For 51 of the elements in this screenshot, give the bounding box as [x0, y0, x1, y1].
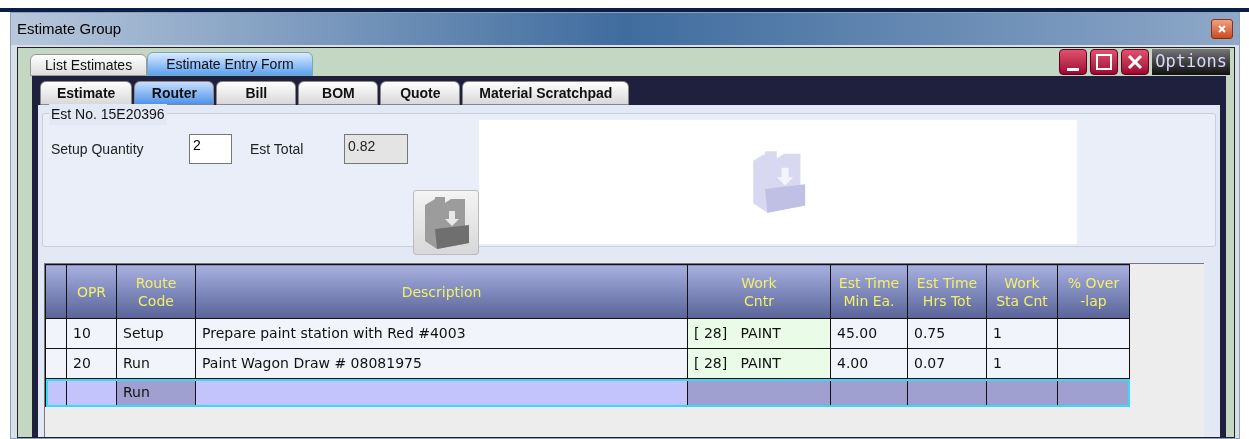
table-cell: 0.07 [907, 348, 987, 379]
tab[interactable]: Quote [380, 81, 461, 105]
tab[interactable]: List Estimates [30, 54, 148, 76]
column-header: Route Code [116, 264, 196, 319]
tab[interactable]: BOM [298, 81, 379, 105]
table-cell: [ 28] PAINT [687, 348, 831, 379]
table-cell: Prepare paint station with Red #4003 [195, 318, 688, 349]
tab[interactable]: Bill [216, 81, 297, 105]
table-cell: 45.00 [830, 318, 908, 349]
tab[interactable]: Material Scratchpad [462, 81, 630, 105]
tab[interactable]: Estimate [40, 81, 133, 105]
field-label: Setup Quantity [51, 139, 145, 159]
table-cell: 4.00 [830, 348, 908, 379]
row-header[interactable] [45, 348, 67, 379]
table-cell: 20 [66, 348, 117, 379]
row-header[interactable] [45, 318, 67, 349]
column-header: Est Time Hrs Tot [907, 264, 987, 319]
column-header: % Over -lap [1057, 264, 1130, 319]
close-icon [1127, 54, 1144, 70]
table-cell: 1 [986, 348, 1058, 379]
maximize-button[interactable] [1090, 49, 1119, 75]
table-cell: Run [116, 378, 196, 407]
input-field[interactable]: 2 [189, 134, 232, 164]
group-title: Est No. 15E20396 [49, 104, 167, 125]
column-header: Work Sta Cnt [986, 264, 1058, 319]
table-cell: Setup [116, 318, 196, 349]
window-title: Estimate Group [17, 18, 123, 39]
close-icon [1217, 24, 1227, 34]
table-cell: Paint Wagon Draw # 08081975 [195, 348, 688, 379]
column-header: OPR [66, 264, 117, 319]
field-label: Est Total [250, 139, 305, 159]
close-button[interactable] [1121, 49, 1150, 75]
load-button[interactable] [413, 190, 479, 255]
tab[interactable]: Estimate Entry Form [147, 52, 313, 76]
table-cell [986, 378, 1058, 407]
table-cell: 10 [66, 318, 117, 349]
column-header: Description [195, 264, 688, 319]
table-cell: Run [116, 348, 196, 379]
maximize-icon [1096, 54, 1113, 70]
table-cell: 0.75 [907, 318, 987, 349]
readonly-field: 0.82 [344, 134, 408, 164]
row-header[interactable] [45, 378, 67, 407]
close-button[interactable] [1211, 19, 1233, 39]
table-cell: [ 28] PAINT [687, 318, 831, 349]
tab[interactable]: Router [134, 81, 215, 105]
table-cell: 1 [986, 318, 1058, 349]
column-header: Work Cntr [687, 264, 831, 319]
minimize-button[interactable] [1059, 49, 1088, 75]
column-header: Est Time Min Ea. [830, 264, 908, 319]
minimize-icon [1067, 68, 1080, 71]
options-button[interactable]: Options [1152, 49, 1230, 75]
